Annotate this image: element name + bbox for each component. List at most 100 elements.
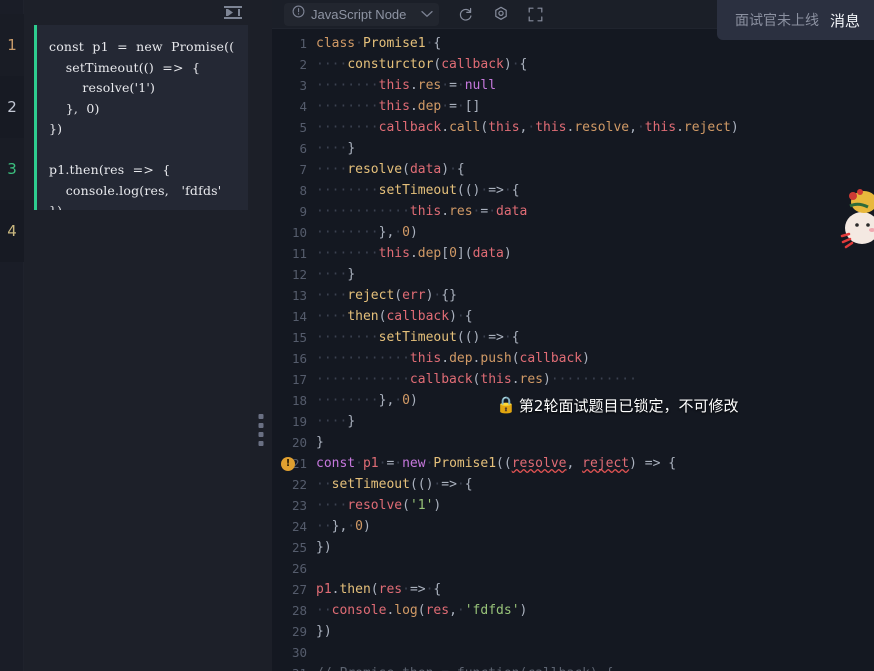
code-line-text: ········callback.call(this,·this.resolve… [316,120,739,135]
line-number: 18 [291,393,307,408]
chevron-down-icon [421,5,433,23]
snippet-panel-toolbar [24,0,250,25]
step-label: 3 [7,160,17,178]
code-line-text: class·Promise1·{ [316,36,442,51]
code-line[interactable]: 7 ····resolve(data)·{ [272,159,874,180]
line-number: 30 [291,645,307,660]
drag-handle-icon[interactable] [258,414,264,446]
code-line[interactable]: 20} [272,432,874,453]
step-indicator-4[interactable]: 4 [0,200,24,262]
line-number: 24 [291,519,307,534]
panel-divider[interactable] [250,0,272,671]
step-indicator-2[interactable]: 2 [0,76,24,138]
step-rail: 1 2 3 4 [0,0,24,671]
code-line[interactable]: 6 ····} [272,138,874,159]
warning-badge-icon[interactable]: ! [281,456,295,471]
question-code-snippet: const p1 = new Promise(( setTimeout(() =… [34,25,248,210]
snippet-line: p1.then(res => { [49,162,171,177]
code-line-text: ··console.log(res,·'fdfds') [316,603,528,618]
code-line-text: const·p1·=·new·Promise1((resolve, reject… [316,456,677,471]
code-line[interactable]: 4 ········this.dep·=·[] [272,96,874,117]
step-indicator-1[interactable]: 1 [0,14,24,76]
code-line[interactable]: 28 ··console.log(res,·'fdfds') [272,600,874,621]
line-number: 7 [299,162,307,177]
code-line[interactable]: 11 ········this.dep[0](data) [272,243,874,264]
code-line-text: ····then(callback)·{ [316,309,473,324]
line-number: 25 [291,540,307,555]
refresh-icon[interactable] [457,6,474,23]
line-number: 9 [299,204,307,219]
code-line-text: ············this.res·=·data [316,204,528,219]
code-line-text: // Promise.then = function(callback) { [316,666,613,671]
code-line-text: ········},·0) [316,393,418,408]
language-node-select[interactable]: JavaScript Node [284,2,439,26]
code-line[interactable]: 27 p1.then(res·=>·{ [272,579,874,600]
snippet-line [49,140,248,161]
code-line-text: ····} [316,141,356,156]
settings-icon[interactable] [492,6,509,23]
question-snippet-panel: const p1 = new Promise(( setTimeout(() =… [24,0,250,671]
code-lines-container[interactable]: 1 class·Promise1·{ 2 ····consturctor(callba… [272,29,874,671]
code-line[interactable]: 21! const·p1·=·new·Promise1((resolve, rej… [272,453,874,474]
code-line-text: ········setTimeout(()·=>·{ [316,183,520,198]
code-line[interactable]: 5 ········callback.call(this,·this.resolv… [272,117,874,138]
snippet-line: }) [49,121,63,136]
code-line-text: ··},·0) [316,519,371,534]
step-label: 2 [7,98,17,116]
code-line[interactable]: 24 ··},·0) [272,516,874,537]
line-number: 6 [299,141,307,156]
code-line[interactable]: 30 [272,642,874,663]
code-line-text [316,561,324,576]
line-number: 4 [299,99,307,114]
line-number: 29 [291,624,307,639]
code-line[interactable]: 9 ············this.res·=·data [272,201,874,222]
step-label: 1 [7,36,17,54]
fullscreen-icon[interactable] [527,6,544,23]
line-number: 5 [299,120,307,135]
code-line[interactable]: 10 ········},·0) [272,222,874,243]
code-line-text: ········},·0) [316,225,418,240]
code-line-text: p1.then(res·=>·{ [316,582,442,597]
code-line[interactable]: 16 ············this.dep.push(callback) [272,348,874,369]
code-line-text [316,645,324,660]
code-line[interactable]: 12 ····} [272,264,874,285]
line-number: 11 [291,246,307,261]
code-line[interactable]: 14 ····then(callback)·{ [272,306,874,327]
line-number: 17 [291,372,307,387]
code-line[interactable]: 29}) [272,621,874,642]
code-line-text: ············this.dep.push(callback) [316,351,590,366]
code-line-text: } [316,435,324,450]
message-button-label[interactable]: 消息 [830,10,860,31]
code-line-text: ············callback(this.res)··········… [316,372,637,387]
line-number: 14 [291,309,307,324]
line-number: 28 [291,603,307,618]
code-line[interactable]: 31// Promise.then = function(callback) { [272,663,874,671]
line-number: 8 [299,183,307,198]
code-line[interactable]: 15 ········setTimeout(()·=>·{ [272,327,874,348]
code-line[interactable]: 19 ····} [272,411,874,432]
code-line[interactable]: 25}) [272,537,874,558]
line-number: 1 [299,36,307,51]
code-line[interactable]: 17 ············callback(this.res)········… [272,369,874,390]
code-line-text: ········this.res·=·null [316,78,497,93]
code-line-text: ········this.dep[0](data) [316,246,512,261]
code-line[interactable]: 22 ··setTimeout(()·=>·{ [272,474,874,495]
code-line-text: ····} [316,267,356,282]
code-line[interactable]: 13 ····reject(err)·{} [272,285,874,306]
code-line[interactable]: 18 ········},·0) [272,390,874,411]
line-number: 22 [291,477,307,492]
step-indicator-3[interactable]: 3 [0,138,24,200]
interviewer-status-bar[interactable]: 面试官未上线 消息 [716,0,874,40]
code-line[interactable]: 3 ········this.res·=·null [272,75,874,96]
language-node-label: JavaScript Node [311,6,407,22]
code-line[interactable]: 2 ····consturctor(callback)·{ [272,54,874,75]
code-line[interactable]: 8 ········setTimeout(()·=>·{ [272,180,874,201]
snippet-line: setTimeout(() => { [49,59,201,75]
code-line-text: ····} [316,414,356,429]
code-line-text: ········setTimeout(()·=>·{ [316,330,520,345]
code-line[interactable]: 23 ····resolve('1') [272,495,874,516]
collapse-left-icon[interactable] [223,4,243,21]
line-number: 19 [291,414,307,429]
line-number: 13 [291,288,307,303]
code-line[interactable]: 26 [272,558,874,579]
